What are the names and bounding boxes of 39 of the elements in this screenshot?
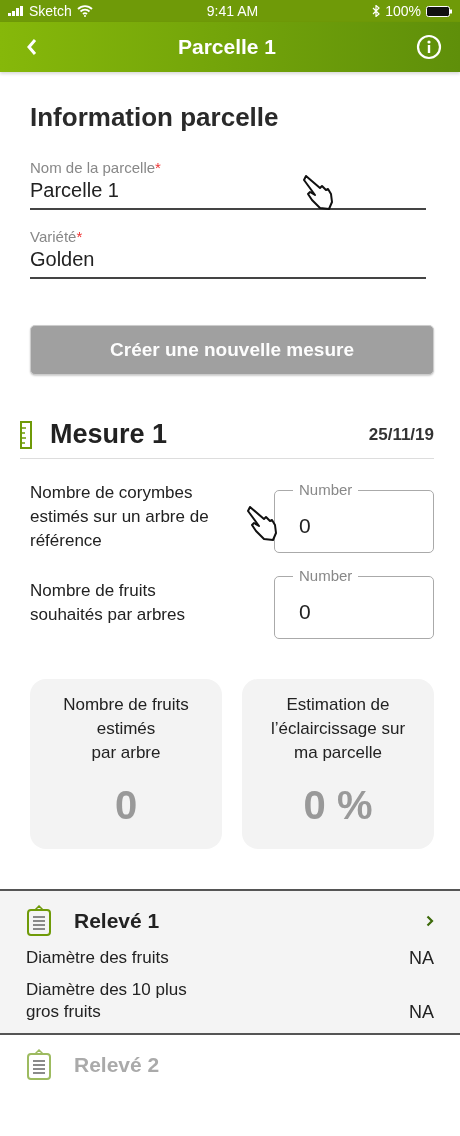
chevron-right-icon	[426, 915, 434, 927]
releve-row-label: Diamètre des 10 plus gros fruits	[26, 979, 188, 1023]
back-button[interactable]	[26, 38, 38, 56]
measure-date: 25/11/19	[368, 424, 434, 445]
field-label: Nom de la parcelle	[30, 159, 156, 176]
result-label: Estimation de l’éclaircissage sur ma parcelle	[269, 694, 407, 764]
result-label: Nombre de fruits estimés par arbre	[62, 694, 190, 764]
input-label: Nombre de fruits souhaités par arbres	[30, 580, 186, 626]
measure-title: Mesure 1	[50, 419, 169, 450]
required-mark: *	[155, 159, 161, 176]
releve-title: Relevé 2	[74, 1053, 161, 1077]
wifi-icon	[76, 5, 93, 17]
status-time: 9:41 AM	[206, 3, 259, 19]
section-title: Information parcelle	[30, 102, 280, 133]
info-button[interactable]	[416, 34, 442, 60]
field-label: Variété	[30, 228, 77, 245]
releve-title: Relevé 1	[74, 909, 161, 933]
input-label: Nombre de corymbes estimés sur un arbre de référence	[30, 482, 210, 552]
result-value: 0 %	[303, 783, 373, 828]
screen-title: Parcelle 1	[177, 35, 277, 59]
hand-pointer-icon	[300, 172, 336, 212]
releve-row-value: NA	[409, 1002, 434, 1023]
text-field[interactable]: Golden	[30, 246, 426, 271]
releve-row-value: NA	[409, 948, 434, 969]
text-field[interactable]: Parcelle 1	[30, 177, 426, 202]
required-mark: *	[76, 228, 83, 245]
number-field[interactable]: Number 0	[274, 567, 434, 639]
clipboard-icon	[26, 905, 52, 937]
clipboard-icon	[26, 1049, 52, 1081]
ruler-icon	[20, 420, 32, 449]
hand-pointer-icon	[244, 503, 280, 543]
signal-icon	[8, 6, 24, 16]
result-value: 0	[114, 783, 138, 828]
carrier-name: Sketch	[29, 3, 72, 19]
releve-row-label: Diamètre des fruits	[26, 947, 170, 969]
releve-card[interactable]: Relevé 1 Diamètre des fruits NA Diamètre des 10 plus gros fruits NA	[0, 889, 460, 1035]
battery-percentage: 100%	[385, 3, 421, 19]
battery-icon	[426, 5, 452, 17]
bluetooth-icon	[372, 5, 381, 17]
